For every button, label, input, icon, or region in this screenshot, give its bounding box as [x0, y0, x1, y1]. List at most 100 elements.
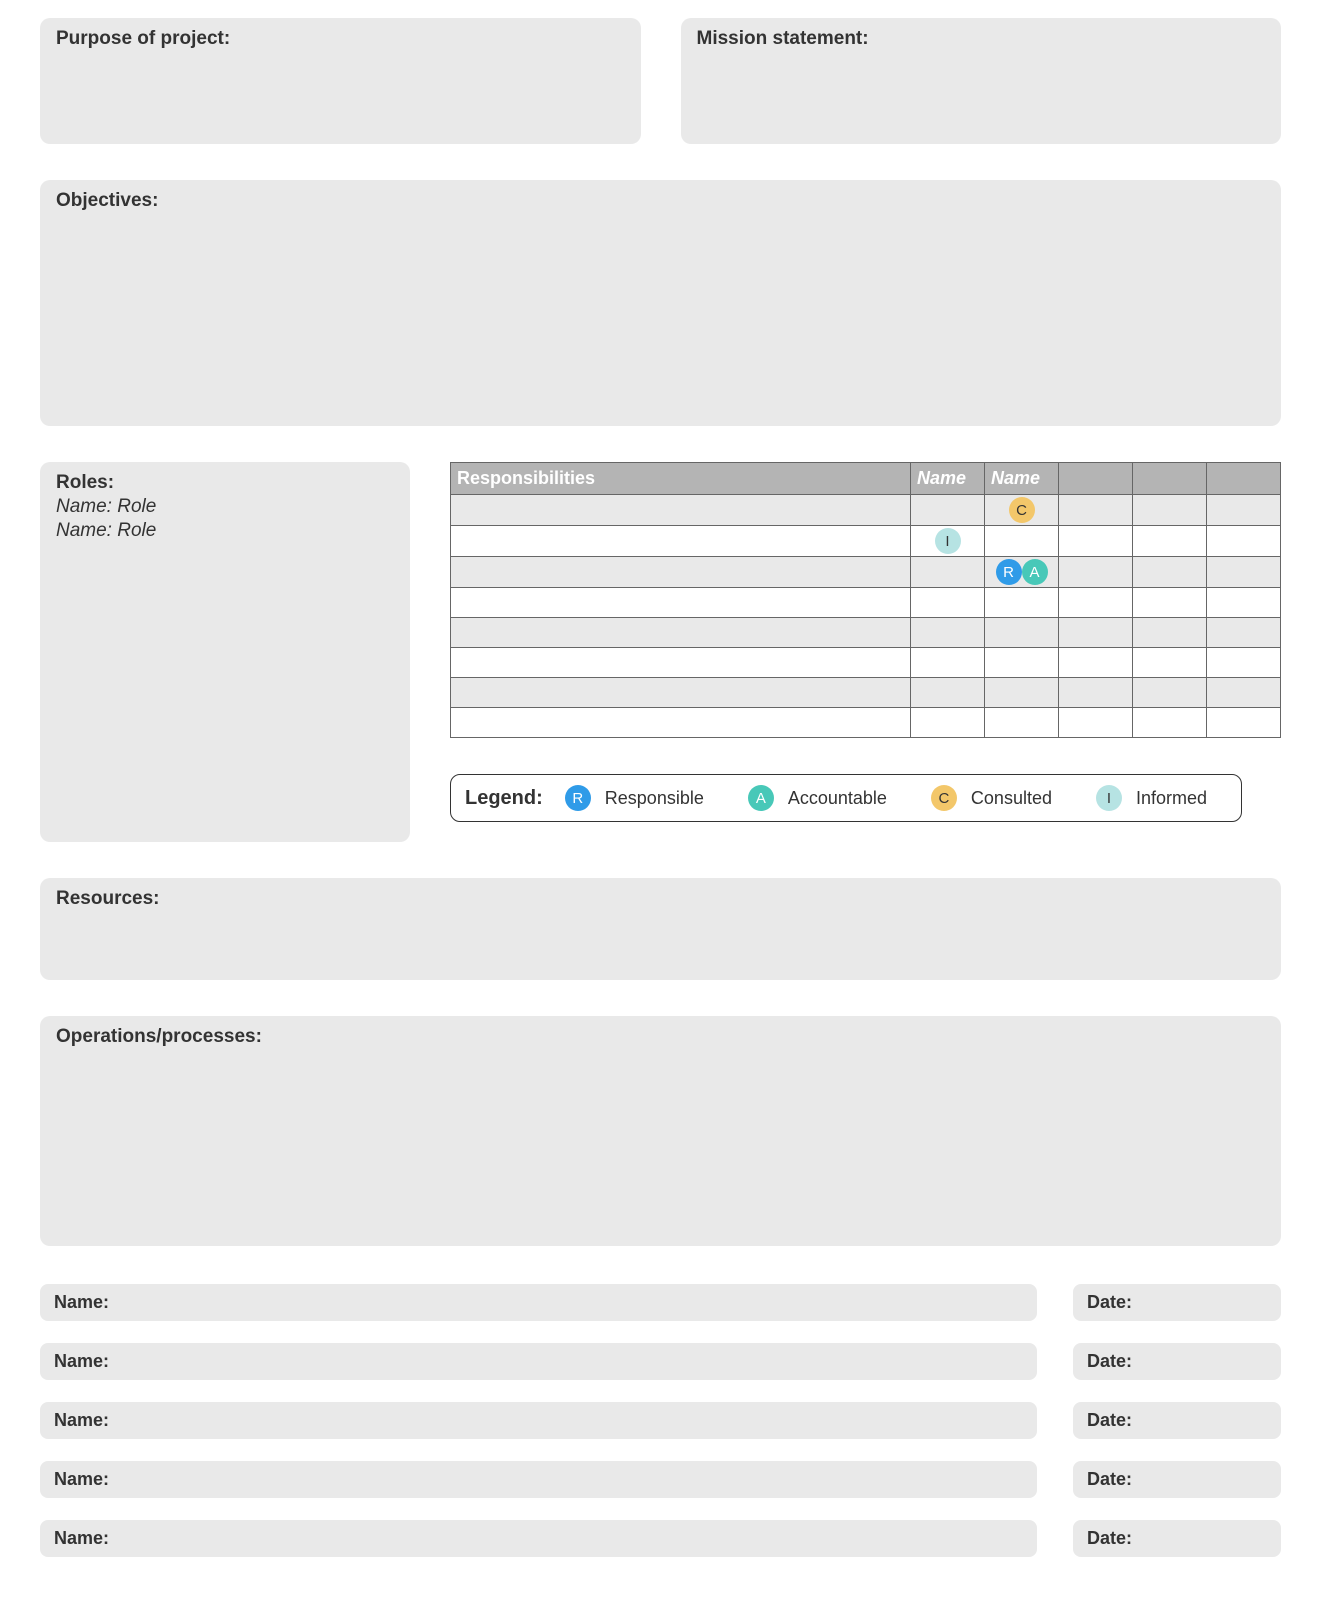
signature-name-field[interactable]: Name:	[40, 1461, 1037, 1498]
raci-cell[interactable]: C	[985, 495, 1059, 526]
responsibility-cell[interactable]	[451, 618, 911, 648]
raci-cell[interactable]	[911, 495, 985, 526]
signature-row: Name: Date:	[40, 1461, 1281, 1498]
raci-cell[interactable]	[911, 708, 985, 738]
raci-cell[interactable]	[1133, 708, 1207, 738]
legend-item-a: AAccountable	[748, 785, 887, 811]
table-row	[451, 618, 1281, 648]
raci-cell[interactable]	[1133, 588, 1207, 618]
raci-cell[interactable]	[1133, 495, 1207, 526]
signature-row: Name: Date:	[40, 1402, 1281, 1439]
name-column-header: Name	[911, 463, 985, 495]
raci-cell[interactable]	[1059, 648, 1133, 678]
legend-item-label: Responsible	[605, 788, 704, 809]
name-column-header	[1133, 463, 1207, 495]
roles-item: Name: Role	[56, 520, 394, 542]
raci-cell[interactable]	[1207, 648, 1281, 678]
legend-item-r: R Responsible	[565, 785, 704, 811]
raci-cell[interactable]	[985, 526, 1059, 557]
raci-cell[interactable]	[1059, 495, 1133, 526]
raci-chip-r: R	[996, 559, 1022, 585]
raci-cell[interactable]	[1133, 678, 1207, 708]
responsibility-cell[interactable]	[451, 557, 911, 588]
operations-label: Operations/processes:	[56, 1026, 262, 1047]
table-row	[451, 678, 1281, 708]
roles-box[interactable]: Roles: Name: RoleName: Role	[40, 462, 410, 842]
table-row	[451, 708, 1281, 738]
signature-row: Name: Date:	[40, 1343, 1281, 1380]
raci-chip-c: C	[1009, 497, 1035, 523]
raci-cell[interactable]	[1059, 678, 1133, 708]
responsibility-cell[interactable]	[451, 495, 911, 526]
raci-cell[interactable]	[1059, 526, 1133, 557]
table-row	[451, 648, 1281, 678]
signature-date-field[interactable]: Date:	[1073, 1461, 1281, 1498]
raci-cell[interactable]	[1207, 678, 1281, 708]
signature-name-field[interactable]: Name:	[40, 1284, 1037, 1321]
raci-cell[interactable]	[1207, 557, 1281, 588]
responsibilities-table: ResponsibilitiesNameName CIRA	[450, 462, 1281, 738]
raci-cell[interactable]	[1059, 557, 1133, 588]
raci-cell[interactable]	[985, 708, 1059, 738]
raci-cell[interactable]	[1133, 618, 1207, 648]
raci-cell[interactable]	[911, 648, 985, 678]
responsibility-cell[interactable]	[451, 588, 911, 618]
operations-box[interactable]: Operations/processes:	[40, 1016, 1281, 1246]
raci-cell[interactable]	[1133, 557, 1207, 588]
raci-cell[interactable]	[911, 588, 985, 618]
signature-name-field[interactable]: Name:	[40, 1343, 1037, 1380]
signature-name-field[interactable]: Name:	[40, 1402, 1037, 1439]
raci-cell[interactable]	[1059, 708, 1133, 738]
raci-cell[interactable]	[985, 678, 1059, 708]
legend-label: Legend:	[465, 787, 543, 810]
signature-date-field[interactable]: Date:	[1073, 1402, 1281, 1439]
table-row: C	[451, 495, 1281, 526]
legend-box: Legend: RResponsibleAAccountableCConsult…	[450, 774, 1242, 822]
raci-cell[interactable]	[911, 557, 985, 588]
raci-chip-i: I	[935, 528, 961, 554]
raci-cell[interactable]	[1207, 495, 1281, 526]
raci-cell[interactable]	[1207, 526, 1281, 557]
purpose-box[interactable]: Purpose of project:	[40, 18, 641, 144]
responsibility-cell[interactable]	[451, 526, 911, 557]
raci-chip-a: A	[1022, 559, 1048, 585]
raci-cell[interactable]	[911, 678, 985, 708]
raci-cell[interactable]	[911, 618, 985, 648]
raci-cell[interactable]	[985, 618, 1059, 648]
raci-cell[interactable]	[1133, 648, 1207, 678]
raci-cell[interactable]: I	[911, 526, 985, 557]
raci-cell[interactable]	[1207, 618, 1281, 648]
raci-chip-r: R	[565, 785, 591, 811]
name-column-header	[1207, 463, 1281, 495]
signature-name-field[interactable]: Name:	[40, 1520, 1037, 1557]
signature-date-field[interactable]: Date:	[1073, 1343, 1281, 1380]
signature-date-field[interactable]: Date:	[1073, 1520, 1281, 1557]
raci-cell[interactable]: RA	[985, 557, 1059, 588]
responsibilities-header: Responsibilities	[451, 463, 911, 495]
raci-cell[interactable]	[1133, 526, 1207, 557]
table-row: RA	[451, 557, 1281, 588]
responsibility-cell[interactable]	[451, 708, 911, 738]
responsibility-cell[interactable]	[451, 678, 911, 708]
raci-cell[interactable]	[1207, 588, 1281, 618]
legend-item-label: Accountable	[788, 788, 887, 809]
raci-cell[interactable]	[985, 588, 1059, 618]
legend-item-label: Informed	[1136, 788, 1207, 809]
resources-box[interactable]: Resources:	[40, 878, 1281, 980]
objectives-box[interactable]: Objectives:	[40, 180, 1281, 426]
signature-row: Name: Date:	[40, 1284, 1281, 1321]
legend-item-label: Consulted	[971, 788, 1052, 809]
mission-box[interactable]: Mission statement:	[681, 18, 1282, 144]
objectives-label: Objectives:	[56, 190, 158, 211]
raci-cell[interactable]	[1207, 708, 1281, 738]
raci-cell[interactable]	[1059, 618, 1133, 648]
signature-date-field[interactable]: Date:	[1073, 1284, 1281, 1321]
table-row: I	[451, 526, 1281, 557]
roles-label: Roles:	[56, 472, 114, 493]
name-column-header: Name	[985, 463, 1059, 495]
raci-chip-i: I	[1096, 785, 1122, 811]
responsibility-cell[interactable]	[451, 648, 911, 678]
raci-cell[interactable]	[1059, 588, 1133, 618]
purpose-label: Purpose of project:	[56, 28, 230, 49]
raci-cell[interactable]	[985, 648, 1059, 678]
